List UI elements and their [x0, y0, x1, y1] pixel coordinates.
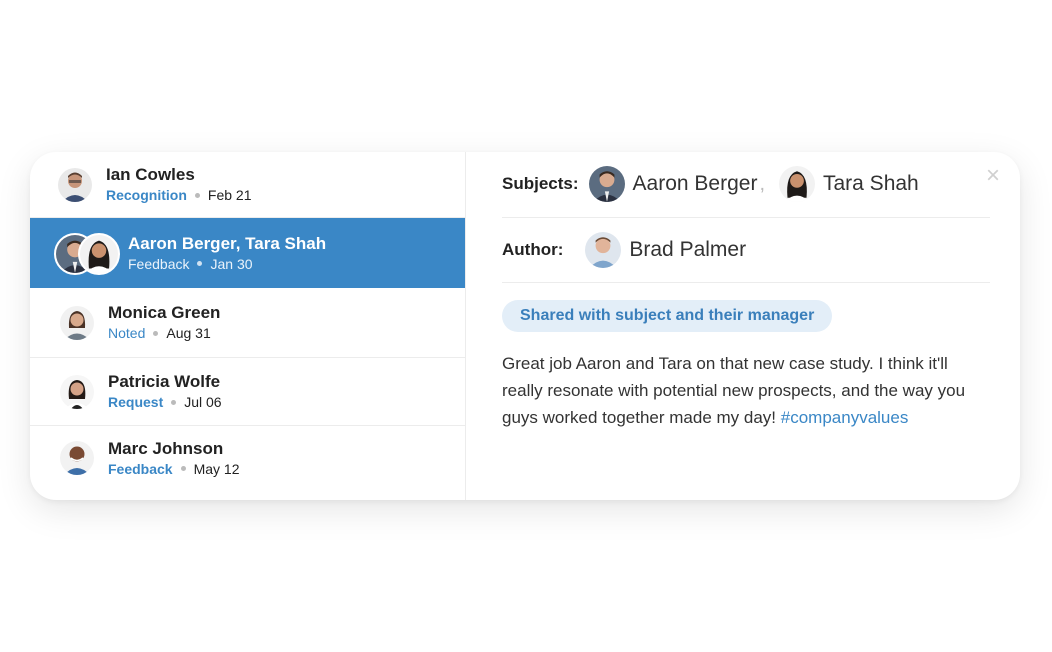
detail-panel: × Subjects: Aaron Berger , Tara Shah Aut… [484, 152, 1020, 500]
author-row: Author: Brad Palmer [502, 232, 746, 268]
item-type: Feedback [108, 460, 173, 477]
list-item-selected[interactable]: Aaron Berger, Tara Shah Feedback Jan 30 [30, 218, 465, 288]
author-label: Author: [502, 240, 564, 259]
avatar-tara-shah [78, 233, 120, 275]
subject-tara-shah[interactable]: Tara Shah [779, 166, 919, 202]
item-type: Request [108, 394, 164, 410]
author-name: Brad Palmer [629, 238, 747, 261]
item-date: Feb 21 [207, 187, 252, 203]
item-name: Marc Johnson [108, 438, 224, 458]
visibility-badge: Shared with subject and their manager [502, 300, 833, 332]
avatar-patricia-wolfe [60, 374, 94, 409]
subject-name: Aaron Berger [632, 172, 758, 195]
feedback-message: Great job Aaron and Tara on that new cas… [502, 350, 992, 431]
subjects-label: Subjects: [502, 174, 579, 193]
item-name: Monica Green [108, 303, 221, 322]
item-date: Jan 30 [210, 255, 253, 272]
subject-name: Tara Shah [823, 172, 919, 195]
separator-dot [194, 192, 200, 198]
item-name: Ian Cowles [106, 165, 195, 184]
separator-dot [171, 399, 177, 405]
item-name: Patricia Wolfe [108, 372, 221, 391]
separator-dot [180, 466, 186, 472]
avatar-monica-green [60, 305, 94, 340]
divider [502, 282, 990, 283]
avatar-brad-palmer [585, 232, 622, 268]
item-type: Recognition [106, 187, 187, 203]
hashtag-link[interactable]: #companyvalues [781, 408, 909, 427]
feed-list: Ian Cowles Recognition Feb 21 Aaron Berg… [30, 152, 466, 500]
list-item[interactable]: Marc Johnson Feedback May 12 [30, 426, 465, 490]
item-type: Feedback [128, 255, 190, 272]
divider [502, 217, 990, 218]
avatar-tara-shah [779, 166, 815, 202]
close-icon[interactable]: × [986, 164, 1000, 188]
item-name: Aaron Berger, Tara Shah [128, 233, 327, 253]
subject-separator: , [759, 172, 765, 195]
subjects-row: Subjects: Aaron Berger , Tara Shah [502, 166, 919, 202]
separator-dot [197, 261, 203, 267]
feedback-card: Ian Cowles Recognition Feb 21 Aaron Berg… [30, 152, 1020, 500]
separator-dot [153, 330, 159, 336]
item-date: Aug 31 [166, 325, 211, 341]
avatar-group [54, 233, 122, 275]
item-type: Noted [108, 325, 146, 341]
list-item[interactable]: Ian Cowles Recognition Feb 21 [30, 152, 465, 218]
item-date: May 12 [193, 460, 240, 477]
avatar-ian-cowles [58, 167, 92, 202]
subject-aaron-berger[interactable]: Aaron Berger , [588, 166, 765, 202]
author-brad-palmer[interactable]: Brad Palmer [585, 232, 746, 268]
avatar-aaron-berger [588, 166, 625, 202]
list-item[interactable]: Patricia Wolfe Request Jul 06 [30, 358, 465, 426]
list-item[interactable]: Monica Green Noted Aug 31 [30, 288, 465, 358]
item-date: Jul 06 [184, 394, 222, 410]
avatar-marc-johnson [60, 441, 94, 475]
